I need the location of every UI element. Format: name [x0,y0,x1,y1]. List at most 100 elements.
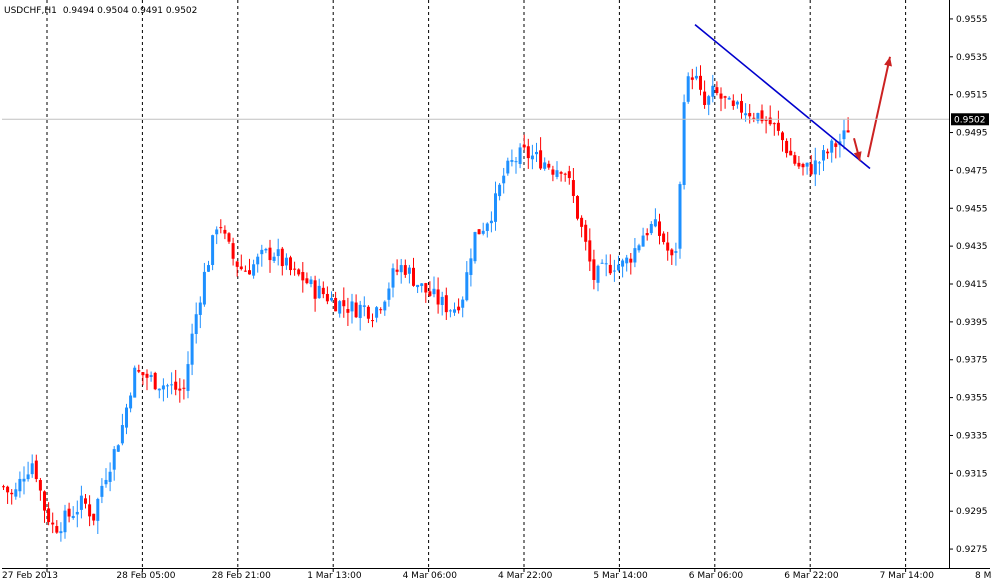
axis-bottom-border [2,568,990,569]
candle-body [547,163,551,168]
candle-body [629,258,633,263]
candle-body [219,227,223,229]
candle-body [71,515,75,519]
candle-body [731,100,735,106]
candle-body [100,485,104,497]
y-tick-label: 0.9315 [956,469,988,479]
candle-body [379,309,383,311]
x-tick-label: 6 Mar 22:00 [784,571,839,581]
candle-body [211,235,215,265]
candle-body [145,373,149,378]
candle-body [79,495,83,510]
candle-body [703,91,707,105]
candle-body [317,285,321,299]
candle-body [727,97,731,100]
candle-body [215,229,219,235]
candle-body [699,75,702,90]
candle-body [194,314,198,334]
candle-body [711,85,715,97]
candle-body [432,288,436,295]
candle-body [149,375,153,377]
candle-body [621,260,625,267]
candle-body [740,101,743,113]
y-tick-label: 0.9435 [956,242,988,252]
candle-body [424,283,428,293]
candle-body [764,119,768,121]
candle-body [805,162,809,167]
price-label: 0.9502 [954,115,986,125]
candle-body [346,309,350,313]
chart-background [0,0,992,582]
candle-body [104,479,108,485]
candle-body [776,122,780,131]
candle-body [653,219,657,227]
candle-body [768,117,772,125]
candle-body [280,248,284,267]
candle-body [416,284,420,288]
candle-body [399,265,403,273]
candle-body [670,249,674,256]
candle-body [178,388,182,391]
candle-body [342,300,346,307]
candle-body [141,372,145,376]
candle-body [34,460,38,480]
candle-body [108,471,112,482]
symbol-label: USDCHF,H1 [4,6,57,16]
candle-body [580,217,584,227]
candle-body [649,223,653,234]
candle-body [817,162,821,164]
candle-body [641,235,645,247]
candle-body [694,75,698,79]
candle-body [186,364,190,391]
candle-body [366,306,370,319]
candle-body [2,486,5,488]
candle-body [637,245,641,251]
candle-body [170,384,174,386]
candle-body [444,295,448,313]
candle-body [785,140,789,154]
candle-body [272,256,276,261]
candle-body [383,301,387,311]
x-tick-label: 28 Feb 05:00 [116,571,175,581]
candle-body [14,489,18,497]
candle-body [559,172,563,174]
candle-body [612,270,616,272]
candle-body [256,256,260,265]
y-tick-label: 0.9475 [956,166,988,176]
candle-body [842,130,846,140]
candle-body [350,301,354,312]
candle-body [530,155,534,160]
candle-body [330,297,333,301]
x-tick-label: 7 Mar 14:00 [880,571,935,581]
candle-body [625,257,629,264]
candle-body [477,229,481,235]
candle-body [809,164,813,175]
candle-body [354,302,358,318]
y-tick-label: 0.9555 [956,15,988,25]
candle-body [555,170,559,177]
candle-body [338,301,342,314]
candle-body [92,513,96,521]
candle-body [563,173,567,175]
candle-body [231,243,235,259]
x-tick-label: 5 Mar 14:00 [593,571,648,581]
candle-body [600,262,604,264]
candle-body [596,265,600,283]
candle-body [284,257,288,266]
price-chart: 0.9502 0.9555 0.9535 0.9515 0.9495 0.9475 0.9… [0,0,992,582]
candle-body [539,150,543,169]
candle-body [133,367,137,398]
candle-body [543,162,547,169]
candle-body [715,87,719,94]
candle-body [822,150,825,161]
candle-body [18,478,22,492]
candle-body [686,76,690,102]
candle-body [358,304,362,318]
candle-body [633,248,637,263]
candle-body [309,279,313,285]
candle-body [489,220,493,224]
candle-body [588,240,592,262]
candle-body [157,388,161,391]
candle-body [125,407,128,428]
candle-body [744,113,748,116]
